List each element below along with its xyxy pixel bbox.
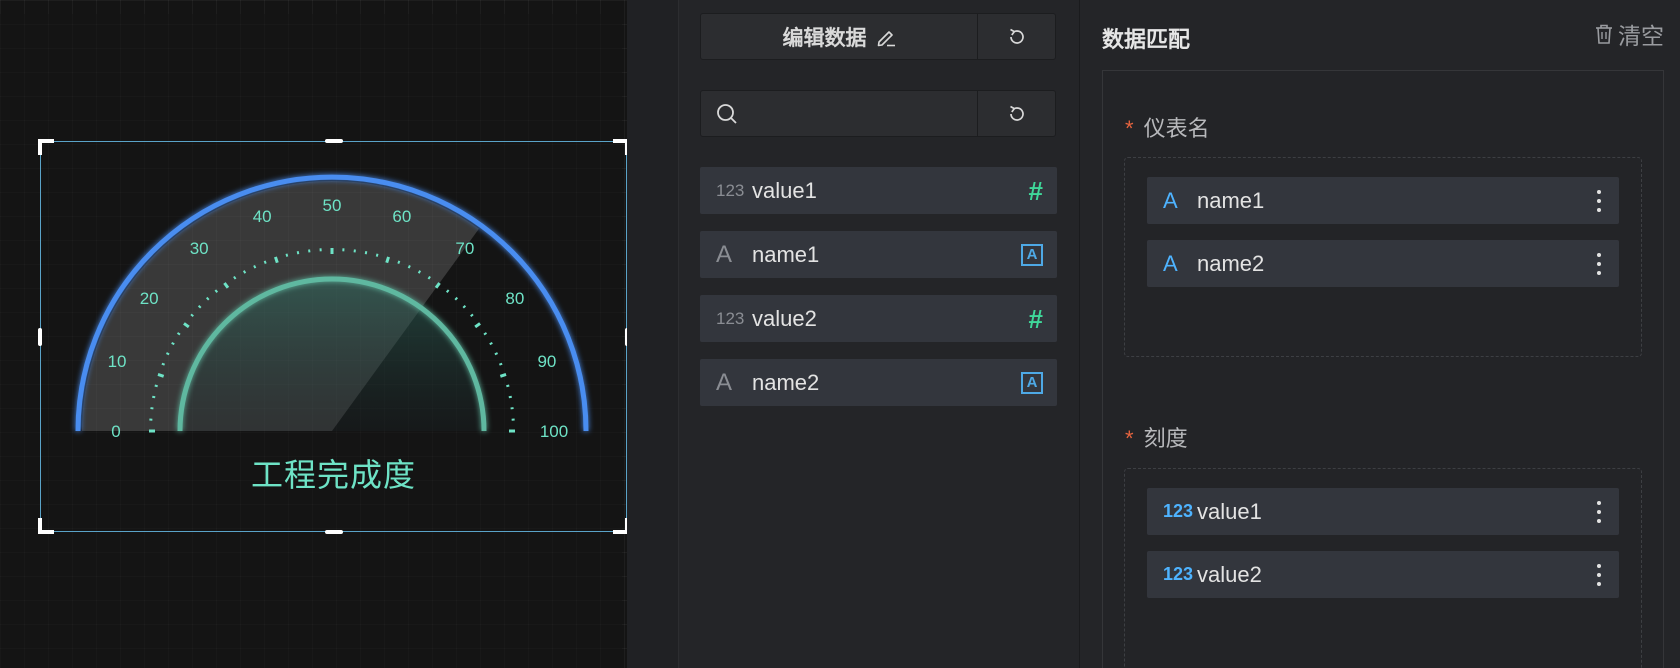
field-item-value2[interactable]: 123 value2 #	[700, 295, 1057, 342]
more-options-icon[interactable]	[1579, 500, 1619, 523]
mapped-field-value1[interactable]: 123 value1	[1147, 488, 1619, 535]
data-mapping-panel: 数据匹配 清空 * 仪表名 A name1 A name2 * 刻度 123 v…	[1080, 0, 1680, 668]
required-mark: *	[1125, 116, 1134, 141]
number-type-icon: 123	[1163, 564, 1194, 584]
refresh-icon	[1009, 105, 1024, 121]
canvas-divider	[627, 0, 679, 668]
field-name: value2	[752, 305, 817, 331]
more-options-icon[interactable]	[1579, 563, 1619, 586]
dropzone-scale[interactable]: 123 value1 123 value2	[1124, 468, 1642, 668]
number-type-icon: 123	[716, 308, 745, 328]
hash-icon: #	[1028, 175, 1043, 206]
mapping-body: * 仪表名 A name1 A name2 * 刻度 123 value1 12…	[1102, 70, 1664, 668]
resize-handle-bottom[interactable]	[325, 530, 343, 534]
field-name: value1	[752, 177, 817, 203]
section-label-text: 仪表名	[1143, 116, 1210, 141]
design-canvas[interactable]: 0 10 20 30 40 50 60 70 80 90 100 工程完成度	[0, 0, 629, 668]
field-name: name1	[752, 241, 820, 267]
app-root: 0 10 20 30 40 50 60 70 80 90 100 工程完成度 编辑数据	[0, 0, 1680, 668]
more-options-icon[interactable]	[1579, 252, 1619, 275]
clear-label: 清空	[1618, 23, 1664, 49]
field-item-value1[interactable]: 123 value1 #	[700, 167, 1057, 214]
selection-box[interactable]	[38, 139, 629, 534]
clear-button[interactable]: 清空	[1594, 17, 1664, 51]
field-item-name2[interactable]: A name2 A	[700, 359, 1057, 406]
text-type-icon: A	[1163, 250, 1178, 276]
refresh-icon	[1009, 28, 1024, 44]
data-field-panel: 编辑数据 123 value1 # A name1 A 123 value2 #…	[679, 0, 1079, 668]
trash-icon	[1596, 24, 1612, 44]
resize-handle-top[interactable]	[325, 139, 343, 143]
number-type-icon: 123	[1163, 501, 1194, 521]
text-type-icon: A	[1163, 187, 1178, 213]
text-field-icon: A	[1021, 243, 1043, 266]
field-item-name1[interactable]: A name1 A	[700, 231, 1057, 278]
search-input[interactable]	[749, 103, 969, 124]
section-label-text: 刻度	[1143, 426, 1188, 451]
chip-label: name1	[1197, 187, 1265, 213]
pencil-icon	[877, 30, 895, 46]
resize-handle-top-left[interactable]	[38, 139, 54, 155]
text-field-icon: A	[1021, 371, 1043, 394]
chip-label: value2	[1197, 561, 1262, 587]
text-type-icon: A	[716, 368, 733, 396]
field-list: 123 value1 # A name1 A 123 value2 # A na…	[700, 167, 1057, 423]
mapped-field-value2[interactable]: 123 value2	[1147, 551, 1619, 598]
required-mark: *	[1125, 426, 1134, 451]
mapped-field-name2[interactable]: A name2	[1147, 240, 1619, 287]
dropzone-gauge-name[interactable]: A name1 A name2	[1124, 157, 1642, 357]
chip-label: value1	[1197, 498, 1262, 524]
chip-label: name2	[1197, 250, 1265, 276]
more-options-icon[interactable]	[1579, 189, 1619, 212]
resize-handle-left[interactable]	[38, 328, 42, 346]
mapped-field-name1[interactable]: A name1	[1147, 177, 1619, 224]
edit-data-label: 编辑数据	[782, 26, 867, 50]
edit-data-button[interactable]: 编辑数据	[700, 13, 979, 60]
resize-handle-bottom-left[interactable]	[38, 518, 54, 534]
section-label-scale: * 刻度	[1125, 421, 1188, 453]
search-icon	[717, 103, 737, 124]
section-label-gauge-name: * 仪表名	[1125, 111, 1210, 143]
panel-title: 数据匹配	[1102, 27, 1191, 52]
refresh-data-button[interactable]	[977, 13, 1056, 60]
hash-icon: #	[1028, 303, 1043, 334]
refresh-search-button[interactable]	[977, 90, 1056, 137]
field-name: name2	[752, 369, 820, 395]
number-type-icon: 123	[716, 180, 745, 200]
text-type-icon: A	[716, 240, 733, 268]
field-search[interactable]	[700, 90, 979, 137]
